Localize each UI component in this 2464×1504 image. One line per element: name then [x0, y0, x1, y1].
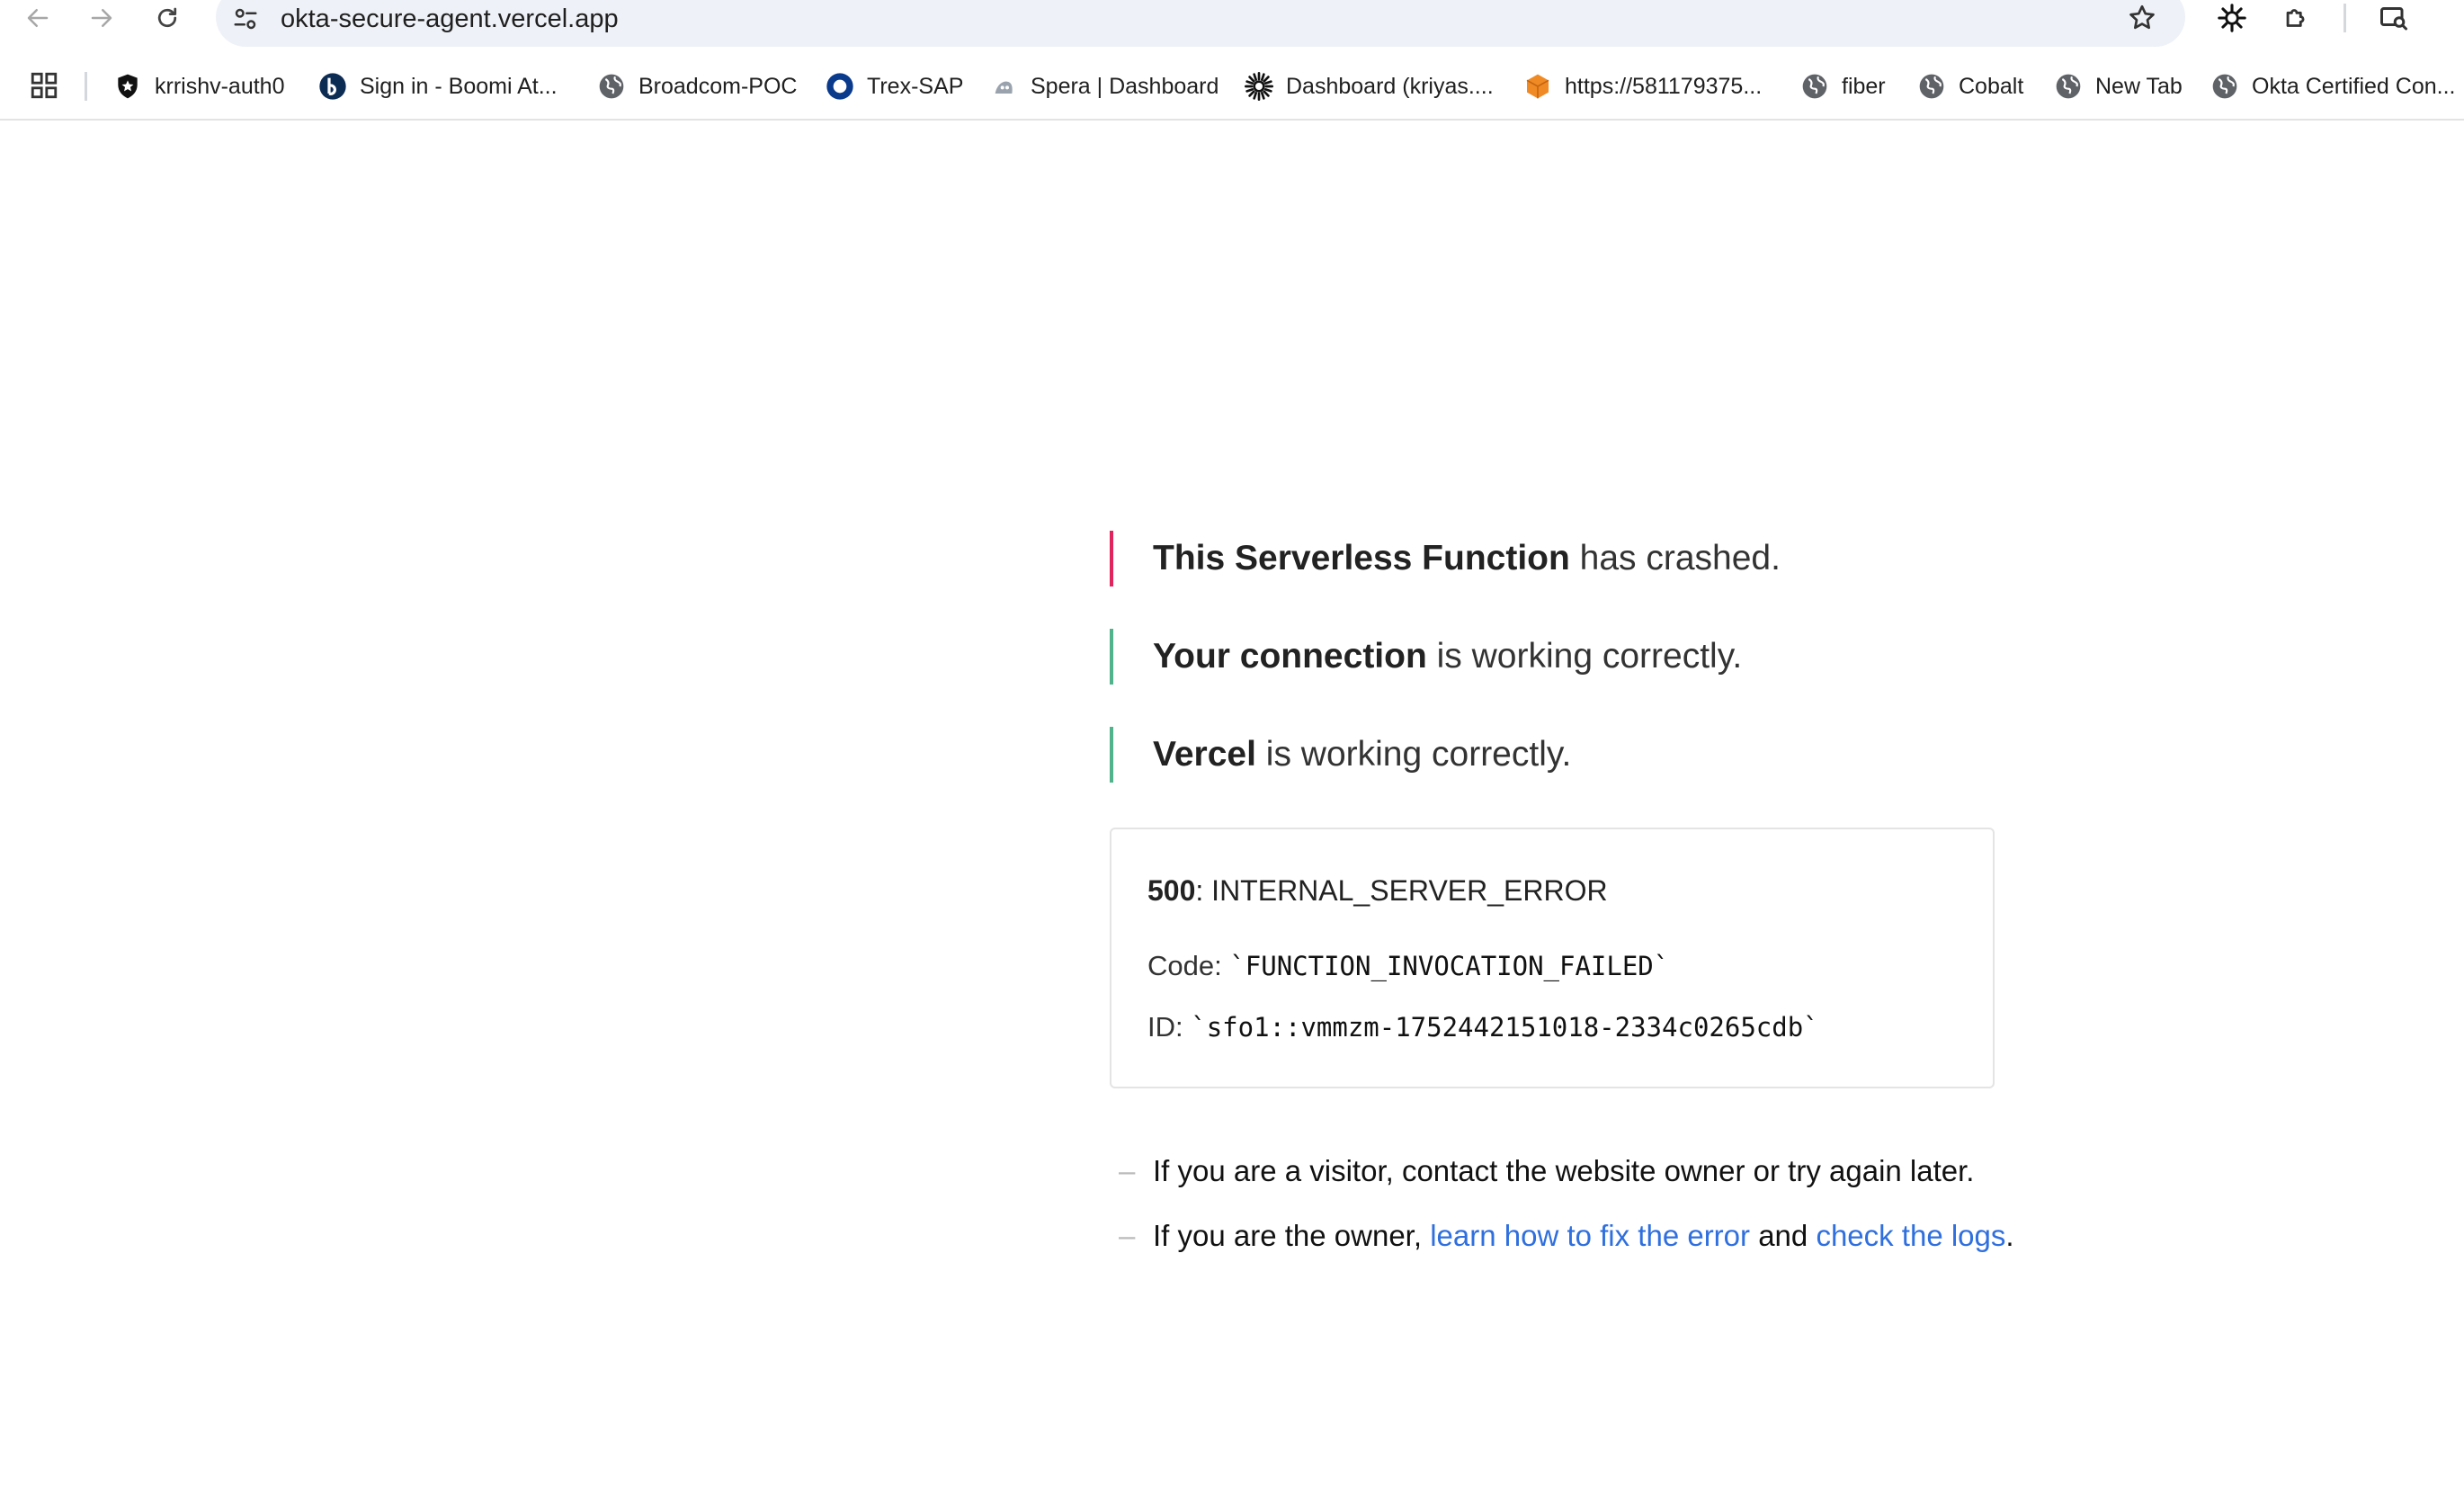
connection-status-statement: Your connection is working correctly. — [1110, 629, 2099, 685]
globe-icon — [1800, 72, 1829, 101]
fix-error-link[interactable]: learn how to fix the error — [1430, 1219, 1750, 1252]
bookmark-label: Cobalt — [1959, 73, 2024, 99]
bookmarks-divider — [85, 72, 87, 101]
address-bar[interactable]: okta-secure-agent.vercel.app — [216, 0, 2185, 47]
visitor-text: If you are a visitor, contact the websit… — [1153, 1154, 1975, 1187]
code-value: `FUNCTION_INVOCATION_FAILED` — [1229, 951, 1670, 981]
error-id-line: ID: `sfo1::vmmzm-1752442151018-2334c0265… — [1147, 1011, 1819, 1043]
error-title: 500: INTERNAL_SERVER_ERROR — [1147, 874, 1608, 908]
extension-sun-icon[interactable] — [2214, 0, 2250, 36]
bookmark-item[interactable]: krrishv-auth0 — [113, 67, 285, 106]
list-dash: – — [1119, 1219, 1136, 1252]
spera-icon — [989, 72, 1018, 101]
statement-text: has crashed. — [1569, 539, 1781, 577]
reload-button[interactable] — [149, 0, 185, 36]
bookmark-label: Broadcom-POC — [638, 73, 798, 99]
error-page: This Serverless Function has crashed. Yo… — [1110, 531, 2099, 1252]
bookmark-item[interactable]: Sign in - Boomi At... — [318, 67, 558, 106]
period-text: . — [2005, 1219, 2014, 1252]
bookmark-label: fiber — [1842, 73, 1886, 99]
reload-icon — [157, 7, 177, 28]
vercel-status-statement: Vercel is working correctly. — [1110, 727, 2099, 783]
bookmark-item[interactable]: New Tab — [2054, 67, 2183, 106]
check-logs-link[interactable]: check the logs — [1816, 1219, 2005, 1252]
forward-button[interactable] — [84, 0, 120, 36]
tab-search-icon[interactable] — [2376, 0, 2412, 36]
bookmark-item[interactable]: fiber — [1800, 67, 1886, 106]
tune-icon — [234, 8, 257, 30]
owner-help-line: – If you are the owner, learn how to fix… — [1110, 1216, 2099, 1256]
bookmark-item[interactable]: Spera | Dashboard — [989, 67, 1219, 106]
orange-cube-icon — [1523, 72, 1552, 101]
owner-prefix: If you are the owner, — [1153, 1219, 1431, 1252]
bookmark-label: Spera | Dashboard — [1031, 73, 1219, 99]
id-label: ID: — [1147, 1011, 1192, 1043]
ring-icon — [826, 72, 854, 101]
shield-icon — [113, 72, 142, 101]
list-dash: – — [1119, 1154, 1136, 1187]
id-value: `sfo1::vmmzm-1752442151018-2334c0265cdb` — [1191, 1012, 1819, 1043]
globe-icon — [1917, 72, 1946, 101]
url-text[interactable]: okta-secure-agent.vercel.app — [281, 4, 619, 34]
bookmark-item[interactable]: https://581179375... — [1523, 67, 1762, 106]
globe-icon — [597, 72, 626, 101]
extensions-puzzle-icon[interactable] — [2279, 0, 2315, 36]
bookmark-label: Okta Certified Con... — [2252, 73, 2456, 99]
visitor-help-line: – If you are a visitor, contact the webs… — [1110, 1151, 2099, 1191]
bookmark-star-icon[interactable] — [2126, 2, 2158, 34]
bookmark-label: krrishv-auth0 — [155, 73, 285, 99]
status-text: : INTERNAL_SERVER_ERROR — [1195, 874, 1608, 907]
status-bar-green — [1110, 727, 1113, 783]
bookmark-label: Dashboard (kriyas.... — [1286, 73, 1494, 99]
bookmark-item[interactable]: Cobalt — [1917, 67, 2023, 106]
browser-toolbar: okta-secure-agent.vercel.app — [0, 0, 2464, 54]
globe-icon — [2054, 72, 2083, 101]
bookmark-label: Sign in - Boomi At... — [360, 73, 558, 99]
bookmark-item[interactable]: Trex-SAP — [826, 67, 963, 106]
bookmark-item[interactable]: Dashboard (kriyas.... — [1245, 67, 1494, 106]
statement-text: is working correctly. — [1255, 735, 1572, 774]
status-code: 500 — [1147, 874, 1196, 907]
bookmarks-bar: krrishv-auth0 Sign in - Boomi At... Broa… — [0, 59, 2464, 121]
statement-subject: Your connection — [1153, 637, 1427, 676]
okta-sun-icon — [1245, 72, 1273, 101]
statement-text: is working correctly. — [1426, 637, 1743, 676]
bookmark-label: New Tab — [2095, 73, 2183, 99]
status-bar-red — [1110, 531, 1113, 586]
bookmark-label: https://581179375... — [1565, 73, 1763, 99]
error-code-line: Code: `FUNCTION_INVOCATION_FAILED` — [1147, 950, 1669, 982]
statement-subject: This Serverless Function — [1153, 539, 1570, 577]
and-text: and — [1750, 1219, 1817, 1252]
status-bar-green — [1110, 629, 1113, 685]
bookmark-item[interactable]: Okta Certified Con... — [2210, 67, 2455, 106]
code-label: Code: — [1147, 950, 1230, 981]
toolbar-divider — [2343, 4, 2346, 32]
apps-grid-icon[interactable] — [29, 70, 59, 101]
statement-subject: Vercel — [1153, 735, 1256, 774]
globe-icon — [2210, 72, 2239, 101]
back-button[interactable] — [20, 0, 56, 36]
arrow-right-icon — [91, 9, 112, 27]
bookmark-label: Trex-SAP — [867, 73, 964, 99]
site-info-button[interactable] — [230, 4, 261, 34]
function-status-statement: This Serverless Function has crashed. — [1110, 531, 2099, 586]
boomi-b-icon — [318, 72, 347, 101]
error-details-box: 500: INTERNAL_SERVER_ERROR Code: `FUNCTI… — [1110, 828, 1995, 1088]
arrow-left-icon — [27, 9, 49, 27]
bookmark-item[interactable]: Broadcom-POC — [597, 67, 797, 106]
